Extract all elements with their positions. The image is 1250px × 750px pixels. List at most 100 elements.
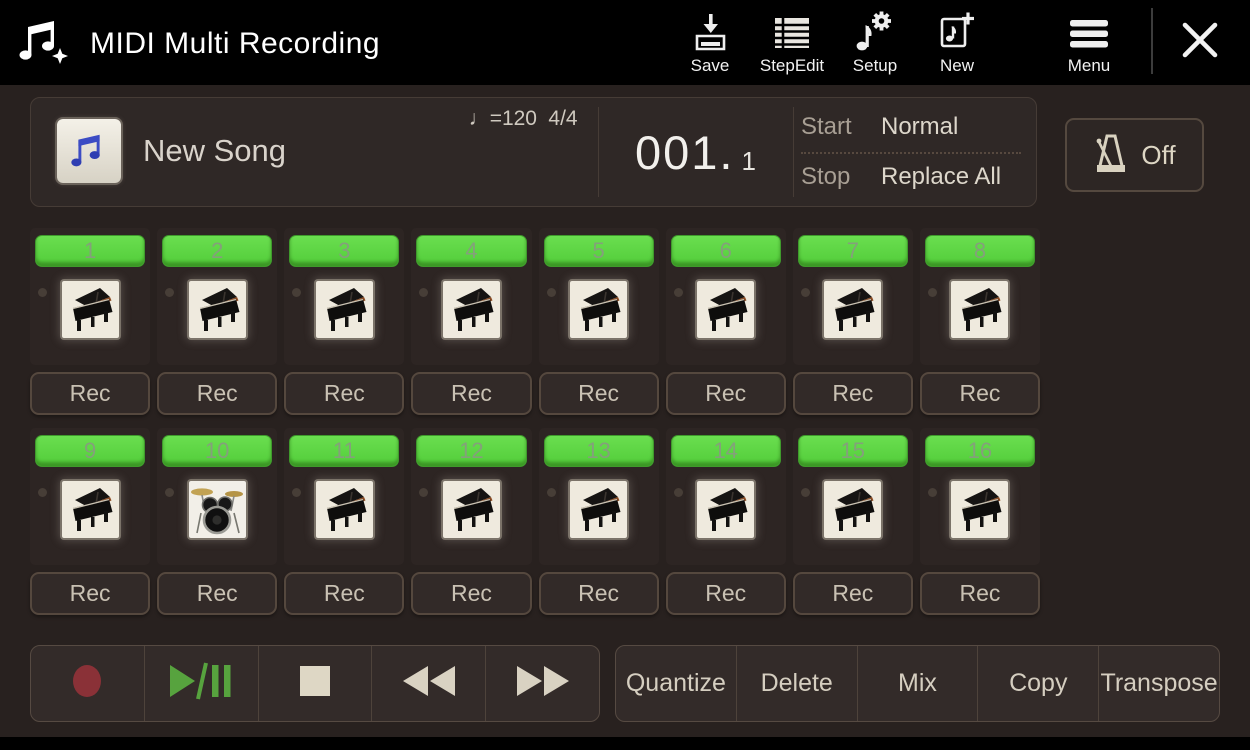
- grand-piano-icon[interactable]: [697, 281, 754, 338]
- channel-number-button[interactable]: 6: [671, 235, 781, 267]
- grand-piano-icon[interactable]: [316, 281, 373, 338]
- new-button[interactable]: New: [922, 10, 992, 76]
- grand-piano-icon[interactable]: [570, 481, 627, 538]
- rec-button[interactable]: Rec: [539, 372, 659, 415]
- main-content: New Song ♩=120 4/4 001. 1 Start Normal S…: [0, 85, 1250, 737]
- record-button[interactable]: [31, 646, 144, 721]
- rec-button[interactable]: Rec: [666, 372, 786, 415]
- stop-label: Stop: [801, 163, 881, 191]
- rec-button[interactable]: Rec: [157, 372, 277, 415]
- channel-status-dot: [38, 288, 47, 297]
- channel-number-button[interactable]: 1: [35, 235, 145, 267]
- delete-button[interactable]: Delete: [736, 646, 857, 721]
- rec-button[interactable]: Rec: [30, 372, 150, 415]
- title-bar: MIDI Multi Recording Save: [0, 0, 1250, 85]
- play-pause-button[interactable]: [144, 646, 258, 721]
- channel-number-button[interactable]: 9: [35, 435, 145, 467]
- rec-button[interactable]: Rec: [157, 572, 277, 615]
- channel-number-button[interactable]: 3: [289, 235, 399, 267]
- rewind-button[interactable]: [371, 646, 485, 721]
- song-icon: [57, 119, 121, 183]
- channel-number-button[interactable]: 2: [162, 235, 272, 267]
- rec-button[interactable]: Rec: [793, 372, 913, 415]
- channel-10: 10 Rec: [157, 428, 277, 615]
- channel-number-button[interactable]: 4: [416, 235, 526, 267]
- grand-piano-icon[interactable]: [697, 481, 754, 538]
- tempo-display[interactable]: ♩=120: [431, 107, 537, 131]
- rec-button[interactable]: Rec: [666, 572, 786, 615]
- channel-panel: 5: [539, 228, 659, 365]
- grand-piano-icon[interactable]: [570, 281, 627, 338]
- grand-piano-icon[interactable]: [62, 481, 119, 538]
- stepedit-button[interactable]: StepEdit: [748, 10, 836, 76]
- transpose-button[interactable]: Transpose: [1098, 646, 1219, 721]
- setup-button[interactable]: Setup: [842, 10, 908, 76]
- play-pause-icon: [168, 661, 234, 706]
- rec-button[interactable]: Rec: [920, 372, 1040, 415]
- rec-button[interactable]: Rec: [793, 572, 913, 615]
- close-icon: [1180, 20, 1220, 65]
- grand-piano-icon[interactable]: [824, 481, 881, 538]
- channel-status-dot: [674, 488, 683, 497]
- rec-button[interactable]: Rec: [284, 572, 404, 615]
- metronome-button[interactable]: Off: [1065, 118, 1204, 192]
- channel-number-button[interactable]: 7: [798, 235, 908, 267]
- channel-number-button[interactable]: 14: [671, 435, 781, 467]
- channel-number-button[interactable]: 8: [925, 235, 1035, 267]
- stop-mode-row[interactable]: Stop Replace All: [801, 163, 1023, 191]
- grand-piano-icon[interactable]: [951, 281, 1008, 338]
- menu-button[interactable]: Menu: [1053, 10, 1125, 76]
- channel-number-button[interactable]: 12: [416, 435, 526, 467]
- new-icon: [935, 10, 979, 54]
- channel-status-dot: [928, 488, 937, 497]
- song-name[interactable]: New Song: [143, 133, 286, 169]
- mix-button[interactable]: Mix: [857, 646, 978, 721]
- stop-button[interactable]: [258, 646, 372, 721]
- channel-number-button[interactable]: 10: [162, 435, 272, 467]
- grand-piano-icon[interactable]: [951, 481, 1008, 538]
- fast-forward-icon: [514, 664, 572, 703]
- grand-piano-icon[interactable]: [443, 281, 500, 338]
- record-icon: [70, 663, 104, 704]
- channel-panel: 8: [920, 228, 1040, 365]
- delete-label: Delete: [761, 669, 833, 698]
- channel-number-button[interactable]: 16: [925, 435, 1035, 467]
- grand-piano-icon[interactable]: [189, 281, 246, 338]
- edit-actions-bar: Quantize Delete Mix Copy Transpose: [615, 645, 1220, 722]
- fast-forward-button[interactable]: [485, 646, 599, 721]
- drum-kit-icon[interactable]: [189, 481, 246, 538]
- rec-button[interactable]: Rec: [30, 572, 150, 615]
- rec-button[interactable]: Rec: [539, 572, 659, 615]
- channel-status-dot: [547, 288, 556, 297]
- grand-piano-icon[interactable]: [824, 281, 881, 338]
- close-button[interactable]: [1178, 20, 1222, 64]
- channel-number-button[interactable]: 5: [544, 235, 654, 267]
- grand-piano-icon[interactable]: [316, 481, 373, 538]
- copy-button[interactable]: Copy: [977, 646, 1098, 721]
- stepedit-icon: [771, 10, 813, 54]
- channel-4: 4 Rec: [411, 228, 531, 415]
- channel-number-button[interactable]: 13: [544, 435, 654, 467]
- channel-11: 11 Rec: [284, 428, 404, 615]
- channel-16: 16 Rec: [920, 428, 1040, 615]
- start-mode-row[interactable]: Start Normal: [801, 113, 1023, 141]
- channel-status-dot: [801, 288, 810, 297]
- channel-3: 3 Rec: [284, 228, 404, 415]
- channel-13: 13 Rec: [539, 428, 659, 615]
- channel-status-dot: [38, 488, 47, 497]
- song-position: 001. 1: [598, 98, 793, 206]
- channel-number-button[interactable]: 11: [289, 435, 399, 467]
- grand-piano-icon[interactable]: [62, 281, 119, 338]
- channel-panel: 16: [920, 428, 1040, 565]
- rec-button[interactable]: Rec: [284, 372, 404, 415]
- track-grid: 1 Rec 2 Rec 3 Rec 4 Rec 5 Rec 6 Rec 7 Rec 8 Rec 9 Rec 10 Re…: [30, 228, 1040, 615]
- save-button[interactable]: Save: [676, 10, 744, 76]
- channel-number-button[interactable]: 15: [798, 435, 908, 467]
- rec-button[interactable]: Rec: [920, 572, 1040, 615]
- quantize-button[interactable]: Quantize: [616, 646, 736, 721]
- rec-button[interactable]: Rec: [411, 372, 531, 415]
- channel-12: 12 Rec: [411, 428, 531, 615]
- rec-button[interactable]: Rec: [411, 572, 531, 615]
- grand-piano-icon[interactable]: [443, 481, 500, 538]
- menu-icon: [1066, 10, 1112, 54]
